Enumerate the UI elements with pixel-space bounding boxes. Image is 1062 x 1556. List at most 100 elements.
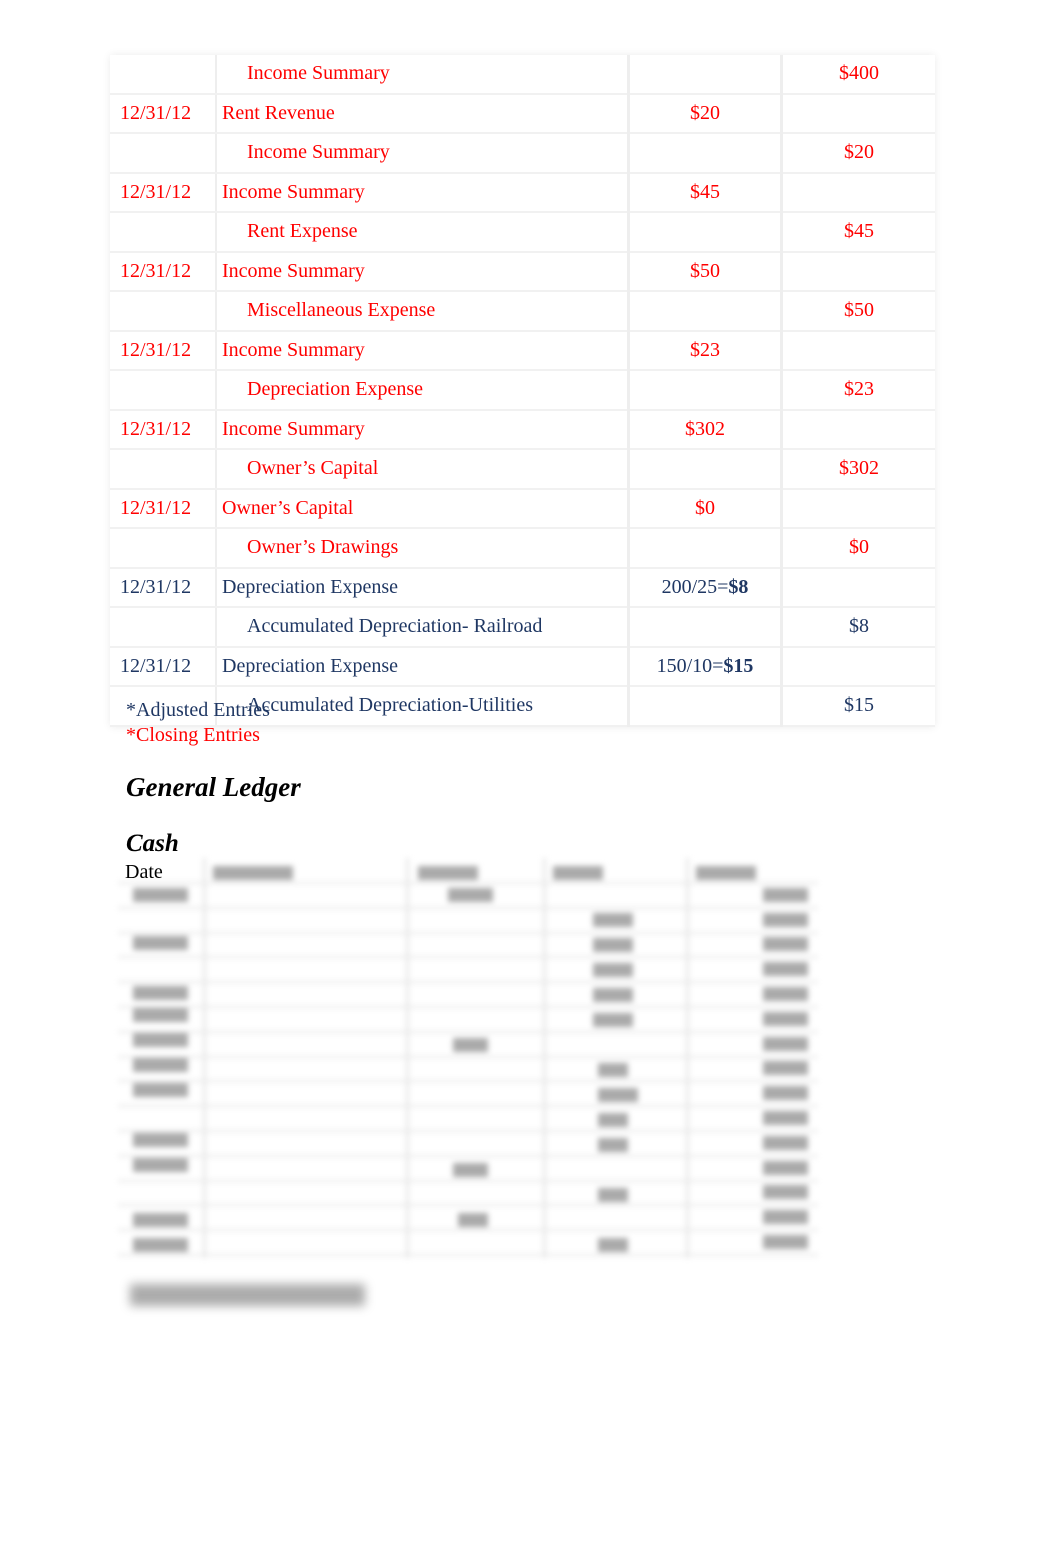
account-name: Miscellaneous Expense	[216, 291, 630, 332]
debit-amount	[628, 528, 783, 569]
entry-date: 12/31/12	[110, 251, 217, 292]
debit-amount	[628, 291, 783, 332]
credit-amount: $50	[781, 291, 935, 332]
account-label: Income Summary	[222, 417, 365, 440]
account-label: Accumulated Depreciation- Railroad	[247, 615, 543, 638]
entry-date: 12/31/12	[110, 646, 217, 687]
blurred-date	[133, 1158, 188, 1172]
debit-result: $15	[723, 654, 754, 677]
journal-row: Miscellaneous Expense $50	[110, 291, 935, 332]
account-label: Miscellaneous Expense	[247, 299, 436, 322]
debit-result: $8	[728, 575, 749, 598]
entry-date	[110, 291, 217, 332]
account-label: Owner’s Capital	[247, 457, 379, 480]
blurred-date	[133, 1033, 188, 1047]
blurred-heading	[130, 1284, 365, 1306]
account-label: Depreciation Expense	[222, 654, 399, 677]
account-name: Rent Expense	[216, 212, 630, 253]
debit-amount	[628, 55, 783, 95]
account-name: Income Summary	[216, 172, 630, 213]
credit-amount	[781, 409, 935, 450]
cash-ledger-blurred-table	[118, 858, 818, 1258]
blurred-text	[213, 866, 293, 880]
blurred-date	[133, 1133, 188, 1147]
blurred-date	[133, 1238, 188, 1252]
credit-amount	[781, 172, 935, 213]
blurred-balance	[763, 1210, 808, 1225]
blurred-balance	[763, 1011, 808, 1026]
general-ledger-heading: General Ledger	[126, 772, 301, 802]
journal-row: Income Summary $20	[110, 133, 935, 174]
account-name: Owner’s Capital	[216, 488, 630, 529]
blurred-row	[118, 1230, 818, 1256]
debit-amount	[628, 370, 783, 411]
blurred-balance	[763, 912, 808, 927]
date-column-header: Date	[125, 861, 163, 883]
debit-value: 200/25=	[661, 575, 729, 598]
blurred-text	[593, 963, 633, 977]
debit-amount	[628, 212, 783, 253]
journal-row: Accumulated Depreciation- Railroad $8	[110, 607, 935, 648]
entry-date	[110, 449, 217, 490]
entry-date: 12/31/12	[110, 409, 217, 450]
debit-amount: $302	[628, 409, 783, 450]
blurred-balance	[763, 987, 808, 1001]
blurred-balance	[763, 1160, 808, 1175]
journal-row: 12/31/12 Income Summary $45	[110, 172, 935, 213]
blurred-text	[453, 1163, 488, 1177]
account-name: Accumulated Depreciation- Railroad	[216, 607, 630, 648]
blurred-text	[598, 1063, 628, 1077]
journal-row: 12/31/12 Income Summary $302	[110, 409, 935, 450]
entry-date	[110, 212, 217, 253]
account-label: Owner’s Capital	[222, 496, 354, 519]
journal-row: Income Summary $400	[110, 55, 935, 95]
journal-table: Income Summary $400 12/31/12 Rent Revenue $2…	[110, 55, 935, 727]
legend-adjusted: *Adjusted Entries	[126, 699, 270, 721]
blurred-balance	[763, 887, 808, 902]
entry-date	[110, 133, 217, 174]
debit-amount	[628, 686, 783, 727]
blurred-text	[553, 866, 603, 880]
document-page: Income Summary $400 12/31/12 Rent Revenue $2…	[0, 0, 1062, 1556]
blurred-text	[593, 988, 633, 1002]
journal-row: 12/31/12 Depreciation Expense 200/25=$8	[110, 567, 935, 608]
blurred-row	[118, 932, 818, 959]
blurred-row	[118, 957, 818, 984]
blurred-balance	[763, 1036, 808, 1051]
blurred-row	[118, 982, 818, 1008]
debit-amount: $50	[628, 251, 783, 292]
blurred-date	[133, 936, 188, 950]
debit-value: $302	[685, 417, 725, 440]
credit-amount	[781, 93, 935, 134]
account-name: Accumulated Depreciation-Utilities	[216, 686, 630, 727]
debit-amount	[628, 133, 783, 174]
credit-amount	[781, 251, 935, 292]
blurred-row	[118, 908, 818, 934]
credit-amount: $400	[781, 55, 935, 95]
account-name: Depreciation Expense	[216, 370, 630, 411]
blurred-balance	[763, 1185, 808, 1200]
entry-date: 12/31/12	[110, 330, 217, 371]
entry-date: 12/31/12	[110, 93, 217, 134]
blurred-date	[133, 1008, 188, 1022]
journal-row: Rent Expense $45	[110, 212, 935, 253]
account-label: Depreciation Expense	[247, 378, 424, 401]
blurred-row	[118, 1131, 818, 1157]
credit-amount: $20	[781, 133, 935, 174]
blurred-balance	[763, 1135, 808, 1150]
account-name: Owner’s Capital	[216, 449, 630, 490]
account-name: Rent Revenue	[216, 93, 630, 134]
debit-amount: 150/10=$15	[628, 646, 783, 687]
blurred-text	[598, 1188, 628, 1202]
account-label: Owner’s Drawings	[247, 536, 399, 559]
debit-value: $45	[690, 180, 720, 203]
blurred-date	[133, 1213, 188, 1227]
debit-value: $50	[690, 259, 720, 282]
debit-amount	[628, 607, 783, 648]
blurred-date	[133, 888, 188, 902]
journal-row: 12/31/12 Income Summary $23	[110, 330, 935, 371]
entry-date	[110, 528, 217, 569]
debit-value: 150/10=	[656, 654, 724, 677]
account-label: Rent Expense	[247, 220, 358, 243]
blurred-row	[118, 1106, 818, 1132]
